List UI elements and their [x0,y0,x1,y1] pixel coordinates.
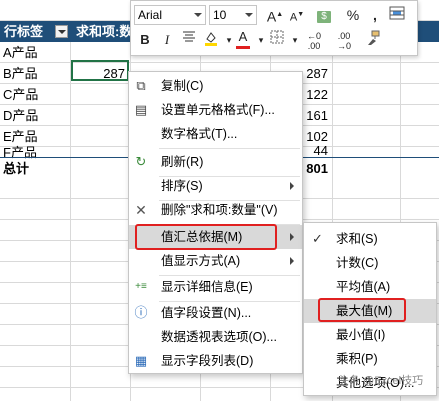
submenu-item-count[interactable]: 计数(C) [304,251,436,275]
submenu-item-product[interactable]: 乘积(P) [304,347,436,371]
percent-style-icon[interactable]: % [343,5,363,25]
delete-icon: ✕ [135,202,147,218]
fill-color-icon[interactable] [201,30,221,50]
menu-item-copy[interactable]: ⧉ 复制(C) [129,74,302,98]
submenu-item-sum[interactable]: ✓ 求和(S) [304,227,436,251]
mini-toolbar: Arial 10 A▲ A▼ $ % , B I ▾ A ▾ ▾ ←0 .00 … [130,0,418,56]
row-labels-filter-button[interactable] [55,25,68,38]
menu-item-delete-field[interactable]: ✕ 删除"求和项:数量"(V) [129,198,302,222]
active-cell-cursor [71,60,129,81]
currency-format-icon[interactable]: $ [311,5,337,25]
chevron-right-icon [290,182,294,190]
menu-item-number-format[interactable]: 数字格式(T)... [129,122,302,146]
font-color-icon[interactable]: A [233,30,253,50]
row-label-a[interactable]: A产品 [0,42,70,63]
watermark-text: 头条 @Excel技巧 [338,375,424,387]
copy-icon: ⧉ [136,78,146,93]
grand-total-label[interactable]: 总计 [0,158,70,179]
context-menu: ⧉ 复制(C) ▤ 设置单元格格式(F)... 数字格式(T)... ↻ 刷新(… [128,71,303,374]
chevron-down-icon [245,13,253,17]
row-label-c[interactable]: C产品 [0,84,70,105]
mini-toolbar-row-font: Arial 10 A▲ A▼ $ % , [131,5,417,27]
mini-toolbar-row-format: B I ▾ A ▾ ▾ ←0.00 .00 →0 [131,30,417,52]
font-name-value: Arial [138,8,163,22]
font-name-select[interactable]: Arial [134,5,206,25]
font-size-value: 10 [213,8,227,22]
field-list-icon: ▦ [134,353,148,368]
menu-item-show-field-list[interactable]: ▦ 显示字段列表(D) [129,349,302,373]
chevron-right-icon [290,257,294,265]
checkmark-icon: ✓ [312,231,323,246]
chevron-right-icon [290,233,294,241]
comma-style-icon[interactable]: , [365,5,385,25]
value-field-header[interactable]: 求和项:数量 [72,21,132,42]
font-size-select[interactable]: 10 [209,5,257,25]
menu-item-show-details[interactable]: +≡ 显示详细信息(E) [129,275,302,299]
submenu-item-min[interactable]: 最小值(I) [304,323,436,347]
menu-item-pivot-options[interactable]: 数据透视表选项(O)... [129,325,302,349]
highlight-box [135,224,277,250]
menu-separator [159,148,300,149]
row-label-d[interactable]: D产品 [0,105,70,126]
highlight-box [318,298,406,322]
format-table-icon[interactable] [387,5,407,25]
borders-icon[interactable] [267,30,287,50]
summarize-by-submenu: ✓ 求和(S) 计数(C) 平均值(A) 最大值(M) 最小值(I) 乘积(P)… [303,222,437,396]
row-label-b[interactable]: B产品 [0,63,70,84]
menu-item-value-field-settings[interactable]: ⓘ 值字段设置(N)... [129,301,302,325]
format-cells-icon: ▤ [134,102,148,117]
menu-item-format-cells[interactable]: ▤ 设置单元格格式(F)... [129,98,302,122]
align-center-icon[interactable] [179,30,199,50]
decrease-decimal-icon[interactable]: .00 →0 [331,30,357,51]
menu-item-show-values-as[interactable]: 值显示方式(A) [129,249,302,273]
chevron-down-icon [194,13,202,17]
increase-font-icon[interactable]: A▲ [265,5,285,25]
increase-decimal-icon[interactable]: ←0.00 [301,30,327,51]
decrease-font-icon[interactable]: A▼ [287,5,307,25]
format-painter-icon[interactable] [363,30,383,50]
bold-button[interactable]: B [135,30,155,50]
submenu-item-average[interactable]: 平均值(A) [304,275,436,299]
menu-item-sort[interactable]: 排序(S) [129,174,302,198]
show-details-icon: +≡ [135,281,147,292]
field-settings-icon: ⓘ [134,305,148,320]
refresh-icon: ↻ [135,154,147,169]
menu-item-refresh[interactable]: ↻ 刷新(R) [129,150,302,174]
italic-button[interactable]: I [157,30,177,50]
